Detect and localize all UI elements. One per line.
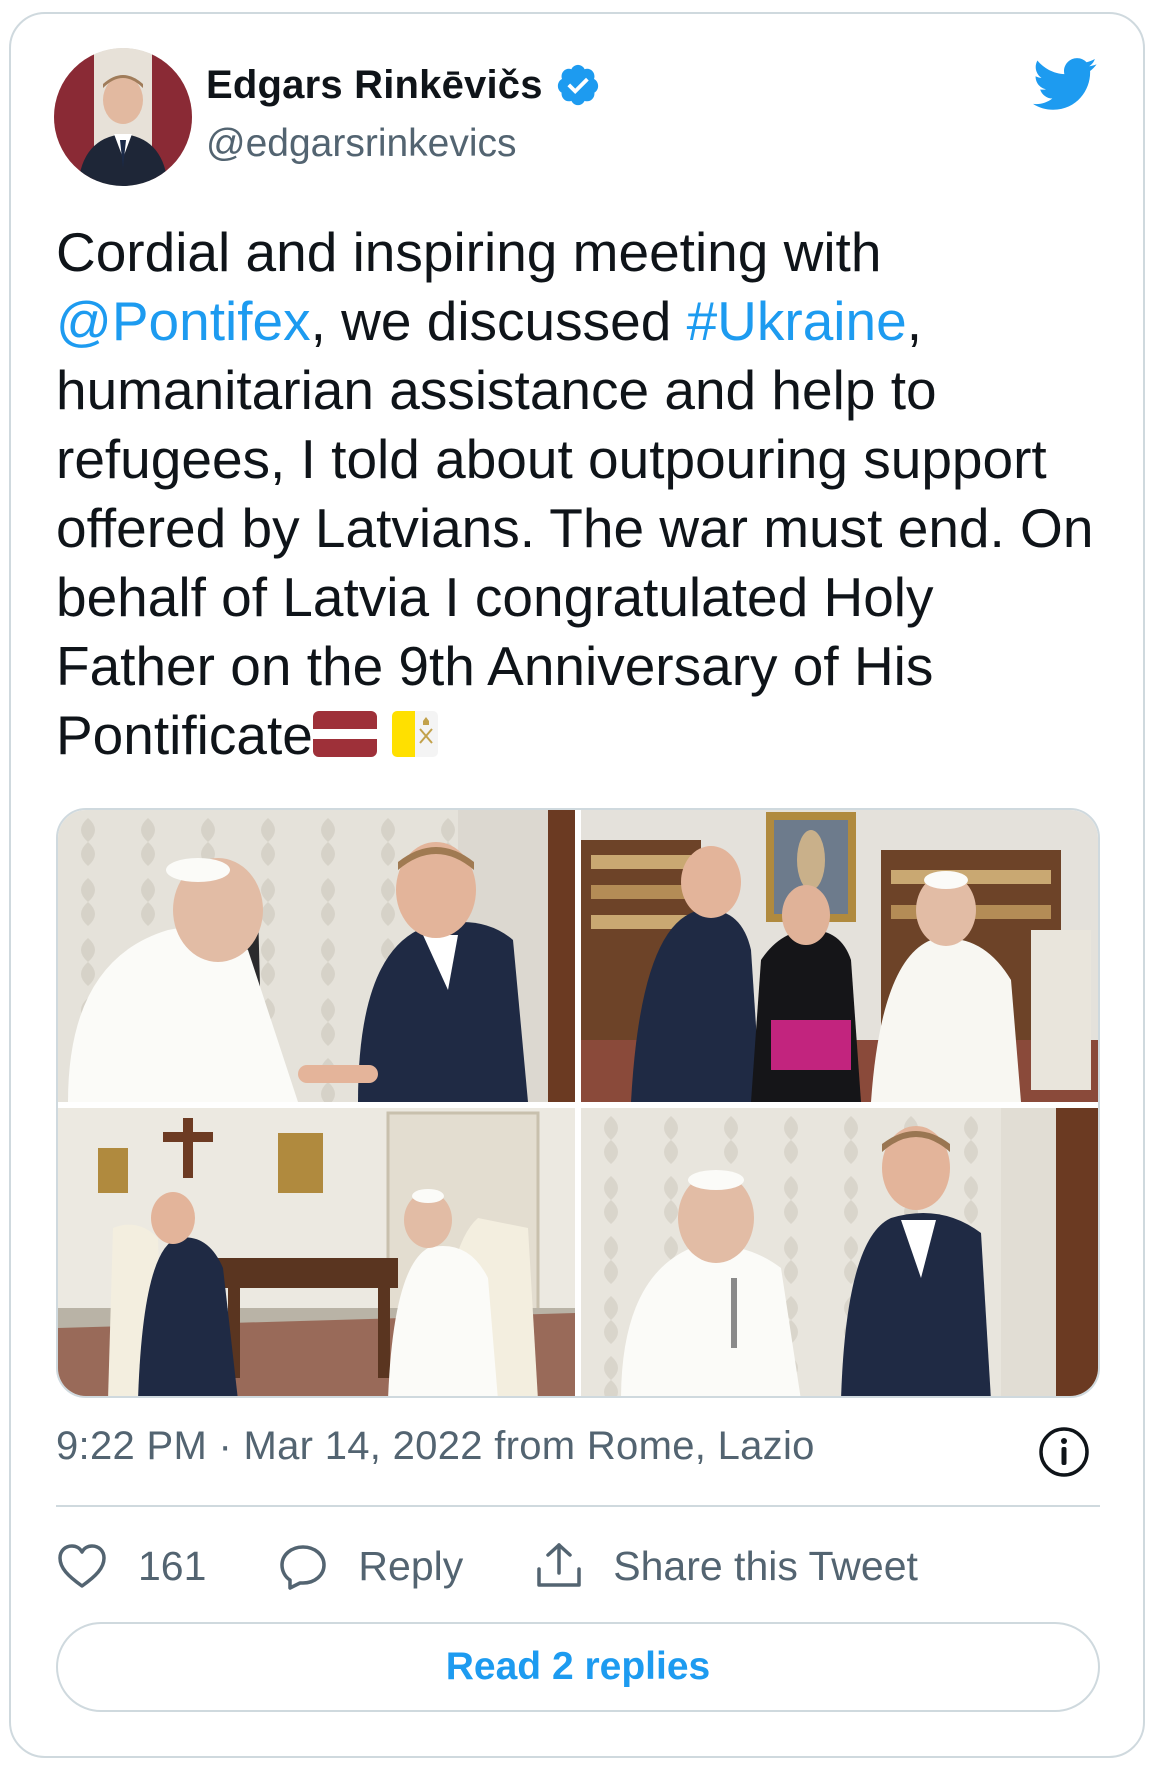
author-name[interactable]: Edgars Rinkēvičs: [206, 63, 543, 108]
tweet-text-part: Cordial and inspiring meeting with: [56, 221, 882, 283]
action-bar: 161 Reply Share this Tweet: [56, 1536, 990, 1596]
tweet-text-part: , humanitarian assistance and help to re…: [56, 290, 1094, 766]
read-replies-button[interactable]: Read 2 replies: [56, 1622, 1100, 1712]
author-handle[interactable]: @edgarsrinkevics: [206, 122, 517, 166]
mention-link[interactable]: @Pontifex: [56, 290, 311, 352]
share-button[interactable]: Share this Tweet: [535, 1541, 918, 1591]
divider: [56, 1505, 1100, 1507]
avatar[interactable]: [54, 48, 192, 186]
photo-2[interactable]: [581, 810, 1098, 1102]
photo-3[interactable]: [58, 1108, 575, 1396]
reply-button[interactable]: Reply: [278, 1542, 463, 1590]
photo-4[interactable]: [581, 1108, 1098, 1396]
reply-icon: [280, 1545, 327, 1590]
like-count: 161: [138, 1542, 207, 1589]
share-label: Share this Tweet: [613, 1542, 918, 1589]
vatican-flag-icon: [392, 711, 439, 758]
author-name-row[interactable]: Edgars Rinkēvičs: [206, 62, 601, 108]
verified-badge-icon: [557, 64, 598, 106]
twitter-bird-icon[interactable]: [1030, 56, 1098, 112]
like-button[interactable]: 161: [56, 1542, 206, 1590]
share-icon: [537, 1543, 581, 1587]
media-grid[interactable]: [56, 808, 1100, 1398]
reply-label: Reply: [358, 1542, 464, 1589]
info-icon[interactable]: [1036, 1424, 1092, 1480]
photo-1[interactable]: [58, 810, 575, 1102]
tweet-text-part: , we discussed: [310, 290, 687, 352]
tweet-timestamp[interactable]: 9:22 PM · Mar 14, 2022 from Rome, Lazio: [56, 1424, 815, 1469]
read-replies-label: Read 2 replies: [445, 1645, 711, 1688]
tweet-text: Cordial and inspiring meeting with @Pont…: [56, 218, 1106, 770]
heart-icon: [58, 1544, 106, 1588]
latvia-flag-icon: [312, 711, 377, 758]
hashtag-link[interactable]: #Ukraine: [687, 290, 907, 352]
